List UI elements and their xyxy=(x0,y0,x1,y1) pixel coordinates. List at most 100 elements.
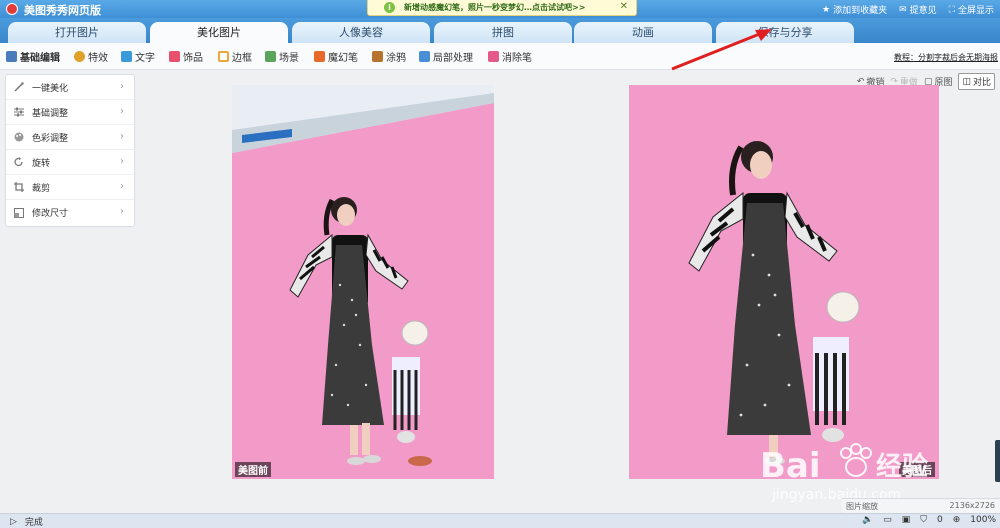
speaker-icon[interactable]: 🔈 xyxy=(862,515,873,525)
tool-label: 边框 xyxy=(232,53,252,64)
tool-label: 局部处理 xyxy=(433,53,473,64)
panel-item-label: 一键美化 xyxy=(32,83,69,94)
tool-doodle[interactable]: 涂鸦 xyxy=(372,49,406,64)
notice-text[interactable]: 新增动感魔幻笔，照片一秒变梦幻…点击试试吧>> xyxy=(404,2,585,13)
chevron-right-icon: › xyxy=(120,106,124,117)
title-bar: 美图秀秀网页版 i 新增动感魔幻笔，照片一秒变梦幻…点击试试吧>> ✕ ★ 添加… xyxy=(0,0,1000,18)
resize-icon xyxy=(14,207,24,218)
tool-label: 特效 xyxy=(88,53,108,64)
panel-item-crop[interactable]: 裁剪 › xyxy=(6,175,134,200)
tool-effects[interactable]: 特效 xyxy=(74,49,108,64)
tool-label: 文字 xyxy=(135,53,155,64)
doodle-icon xyxy=(372,51,383,62)
panel-item-color-adjust[interactable]: 色彩调整 › xyxy=(6,125,134,150)
app-title: 美图秀秀网页版 xyxy=(24,4,101,17)
tool-frame[interactable]: 边框 xyxy=(218,49,252,64)
panel-item-label: 旋转 xyxy=(32,158,51,169)
play-icon[interactable]: ▷ xyxy=(10,517,17,527)
panel-item-label: 裁剪 xyxy=(32,183,51,194)
side-handle[interactable] xyxy=(995,440,1000,482)
tool-magic-pen[interactable]: 魔幻笔 xyxy=(314,49,358,64)
panel-item-label: 色彩调整 xyxy=(32,133,69,144)
compare-icon: ◫ xyxy=(962,76,971,87)
zoom-icon: ⊕ xyxy=(952,515,961,525)
tool-eraser[interactable]: 消除笔 xyxy=(488,49,532,64)
tab-open-image[interactable]: 打开图片 xyxy=(8,22,146,43)
compare-label: 对比 xyxy=(972,78,991,88)
feedback-icon: ✉ xyxy=(899,4,907,15)
tool-basic-edit[interactable]: 基础编辑 xyxy=(6,49,60,64)
tool-label: 涂鸦 xyxy=(386,53,406,64)
tool-label: 场景 xyxy=(279,53,299,64)
info-icon: i xyxy=(384,2,395,13)
basic-edit-icon xyxy=(6,51,17,62)
before-photo: 美图前 xyxy=(232,85,494,479)
zoom-percent[interactable]: 100% xyxy=(970,515,996,525)
chevron-right-icon: › xyxy=(120,206,124,217)
zoom-panel[interactable]: 图片缩放 2136x2726 xyxy=(842,498,1000,513)
tool-scene[interactable]: 场景 xyxy=(265,49,299,64)
magic-pen-icon xyxy=(314,51,325,62)
feedback-link[interactable]: ✉ 提意见 xyxy=(899,3,937,17)
local-process-icon xyxy=(419,51,430,62)
close-icon[interactable]: ✕ xyxy=(620,1,628,12)
tool-local-process[interactable]: 局部处理 xyxy=(419,49,473,64)
tool-text[interactable]: 文字 xyxy=(121,49,155,64)
shield-icon: ⛉ xyxy=(920,515,927,525)
eraser-icon xyxy=(488,51,499,62)
before-label: 美图前 xyxy=(235,462,271,477)
tool-label: 魔幻笔 xyxy=(328,53,358,64)
text-icon xyxy=(121,51,132,62)
top-link-label: 提意见 xyxy=(909,6,937,16)
basic-edit-panel: 一键美化 › 基础调整 › 色彩调整 › 旋转 › 裁剪 › 修改尺寸 › xyxy=(5,74,135,227)
image-size: 2136x2726 xyxy=(949,501,995,510)
scene-icon xyxy=(265,51,276,62)
tab-portrait[interactable]: 人像美容 xyxy=(292,22,430,43)
panel-item-basic-adjust[interactable]: 基础调整 › xyxy=(6,100,134,125)
compare-button[interactable]: ◫ 对比 xyxy=(958,73,995,90)
panel-item-auto-beautify[interactable]: 一键美化 › xyxy=(6,75,134,100)
tool-label: 消除笔 xyxy=(502,53,532,64)
panel-item-label: 基础调整 xyxy=(32,108,69,119)
after-label: 美图后 xyxy=(899,462,935,477)
magic-wand-icon xyxy=(14,82,24,92)
fullscreen-link[interactable]: ⛶ 全屏显示 xyxy=(948,3,994,17)
tab-animation[interactable]: 动画 xyxy=(574,22,712,43)
zoom-label: 图片缩放 xyxy=(846,502,878,511)
sliders-icon xyxy=(14,107,24,117)
top-links: ★ 添加到收藏夹 ✉ 提意见 ⛶ 全屏显示 xyxy=(822,3,994,17)
tab-save-share[interactable]: 保存与分享 xyxy=(716,22,854,43)
notice-banner[interactable]: i 新增动感魔幻笔，照片一秒变梦幻…点击试试吧>> ✕ xyxy=(367,0,637,16)
screen-icon[interactable]: ▣ xyxy=(902,515,911,525)
fullscreen-icon: ⛶ xyxy=(948,4,955,15)
status-bar: ▷ 完成 🔈 ▭ ▣ ⛉ 0 ⊕ 100% xyxy=(0,513,1000,528)
rotate-icon xyxy=(14,157,24,167)
palette-icon xyxy=(14,132,24,142)
panel-item-rotate[interactable]: 旋转 › xyxy=(6,150,134,175)
frame-icon xyxy=(218,51,229,62)
crop-icon xyxy=(14,182,24,192)
accessory-icon xyxy=(169,51,180,62)
chevron-right-icon: › xyxy=(120,156,124,167)
tab-beautify[interactable]: 美化图片 xyxy=(150,22,288,43)
top-link-label: 添加到收藏夹 xyxy=(833,6,888,16)
panel-item-resize[interactable]: 修改尺寸 › xyxy=(6,200,134,225)
chevron-right-icon: › xyxy=(120,81,124,92)
main-tab-bar: 打开图片 美化图片 人像美容 拼图 动画 保存与分享 xyxy=(0,18,1000,43)
tutorial-link[interactable]: 教程：分割字裁后会无期海报 xyxy=(894,52,998,63)
toolbar: 基础编辑 特效 文字 饰品 边框 场景 魔幻笔 涂鸦 局部处理 消除笔 教程：分… xyxy=(0,43,1000,70)
before-photo-image xyxy=(232,85,494,479)
app-logo-icon xyxy=(6,3,18,15)
add-favorite-link[interactable]: ★ 添加到收藏夹 xyxy=(822,3,888,17)
top-link-label: 全屏显示 xyxy=(957,6,994,16)
tool-accessory[interactable]: 饰品 xyxy=(169,49,203,64)
status-text: 完成 xyxy=(24,518,43,528)
panel-item-label: 修改尺寸 xyxy=(32,209,69,219)
window-icon[interactable]: ▭ xyxy=(883,515,892,525)
chevron-right-icon: › xyxy=(120,181,124,192)
counter: 0 xyxy=(936,515,943,525)
effects-icon xyxy=(74,51,85,62)
star-icon: ★ xyxy=(822,4,831,15)
tab-collage[interactable]: 拼图 xyxy=(434,22,572,43)
after-photo: 美图后 xyxy=(629,85,939,479)
